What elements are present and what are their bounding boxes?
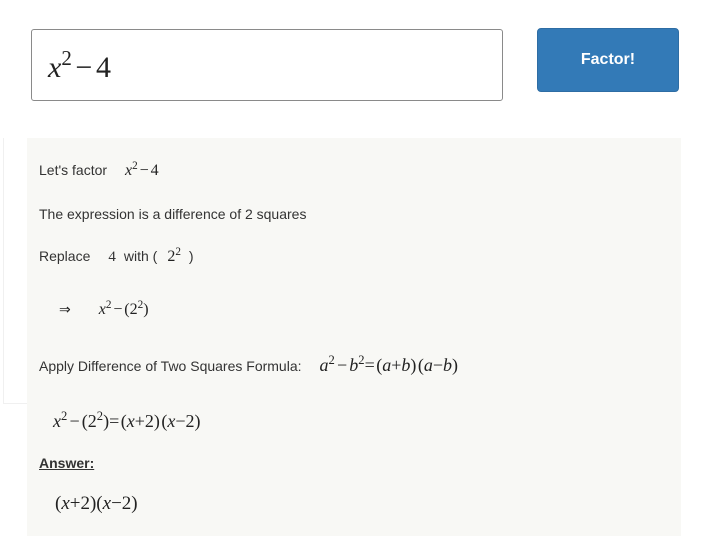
close-paren: ) bbox=[188, 248, 194, 264]
implies-arrow-icon: ⇒ bbox=[59, 301, 71, 317]
replacement-expression: 22 bbox=[167, 245, 181, 265]
step-replace: Replace 4 with ( 22 ) bbox=[39, 245, 194, 266]
step-label: Replace bbox=[39, 248, 91, 264]
step-rewritten: ⇒ x2− (22) bbox=[59, 298, 149, 319]
with-label: with ( bbox=[123, 248, 158, 264]
expression-input-value: x2−4 bbox=[48, 46, 111, 84]
replace-value: 4 bbox=[108, 249, 116, 265]
step-label: Apply Difference of Two Squares Formula: bbox=[39, 358, 302, 374]
step-difference-of-squares: The expression is a difference of 2 squa… bbox=[39, 206, 306, 222]
solution-panel: Let's factor x2−4 The expression is a di… bbox=[27, 138, 681, 536]
formula: a2− b2= (a+b) (a−b) bbox=[319, 353, 459, 375]
step-apply-formula: Apply Difference of Two Squares Formula:… bbox=[39, 353, 459, 376]
rewritten-expression: x2− (22) bbox=[98, 298, 149, 318]
side-divider bbox=[3, 138, 28, 404]
answer-label: Answer: bbox=[39, 455, 95, 471]
answer-value: (x+2)(x−2) bbox=[55, 493, 138, 515]
step-result: x2− (22)= (x+2) (x−2) bbox=[53, 409, 201, 432]
step-label: Let's factor bbox=[39, 162, 108, 178]
expression-input[interactable]: x2−4 bbox=[31, 29, 503, 101]
step-lets-factor: Let's factor x2−4 bbox=[39, 159, 159, 180]
step-expression: x2−4 bbox=[125, 159, 159, 179]
result-expression: x2− (22)= (x+2) (x−2) bbox=[53, 409, 201, 431]
step-text: The expression is a difference of 2 squa… bbox=[39, 206, 307, 222]
factor-button[interactable]: Factor! bbox=[537, 28, 679, 92]
answer-expression: (x+2)(x−2) bbox=[55, 493, 138, 514]
